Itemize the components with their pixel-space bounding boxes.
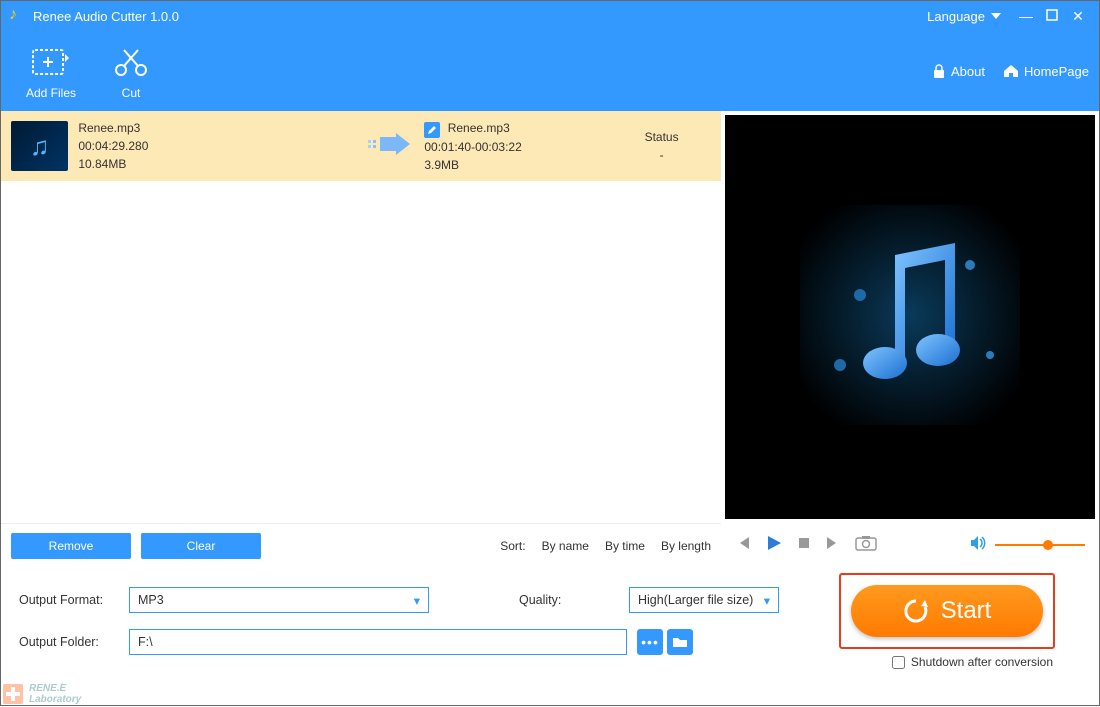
- status-column: Status -: [612, 128, 711, 164]
- remove-button[interactable]: Remove: [11, 533, 131, 559]
- start-highlight: Start: [839, 573, 1055, 649]
- add-files-label: Add Files: [26, 86, 76, 100]
- home-icon: [1003, 64, 1019, 78]
- output-file-name: Renee.mp3: [448, 121, 510, 135]
- output-file-size: 3.9MB: [424, 156, 602, 174]
- preview-pane: [721, 111, 1099, 567]
- brand-cross-icon: [3, 684, 23, 704]
- chevron-down-icon: ▾: [764, 593, 770, 608]
- close-button[interactable]: ✕: [1065, 8, 1091, 25]
- homepage-label: HomePage: [1024, 64, 1089, 79]
- work-area: ♫ Renee.mp3 00:04:29.280 10.84MB Renee.m…: [1, 111, 1099, 567]
- refresh-icon: [903, 598, 929, 624]
- toolbar-links: About HomePage: [932, 63, 1089, 79]
- file-list-pane: ♫ Renee.mp3 00:04:29.280 10.84MB Renee.m…: [1, 111, 721, 567]
- source-file-name: Renee.mp3: [78, 119, 355, 137]
- quality-value: High(Larger file size): [638, 593, 753, 607]
- preview-viewport: [725, 115, 1095, 519]
- edit-icon[interactable]: [424, 122, 440, 138]
- next-button[interactable]: [825, 535, 841, 556]
- file-list-empty: [1, 181, 721, 523]
- output-folder-input[interactable]: F:\: [129, 629, 627, 655]
- output-file-info: Renee.mp3 00:01:40-00:03:22 3.9MB: [424, 119, 602, 174]
- maximize-button[interactable]: [1039, 8, 1065, 24]
- start-label: Start: [941, 597, 992, 625]
- homepage-link[interactable]: HomePage: [1003, 64, 1089, 79]
- sort-by-name[interactable]: By name: [542, 539, 589, 553]
- output-format-value: MP3: [138, 593, 164, 607]
- add-files-icon: [31, 42, 71, 82]
- clear-button[interactable]: Clear: [141, 533, 261, 559]
- brand-line1: RENE.E: [29, 683, 81, 694]
- brand-watermark: RENE.E Laboratory: [3, 683, 81, 705]
- prev-button[interactable]: [735, 535, 751, 556]
- sort-by-length[interactable]: By length: [661, 539, 711, 553]
- about-link[interactable]: About: [932, 63, 985, 79]
- output-file-range: 00:01:40-00:03:22: [424, 138, 602, 156]
- source-file-size: 10.84MB: [78, 155, 355, 173]
- status-header: Status: [612, 128, 711, 146]
- language-label: Language: [927, 9, 985, 24]
- arrow-icon: [365, 132, 414, 161]
- play-button[interactable]: [765, 534, 783, 557]
- scissors-icon: [111, 42, 151, 82]
- brand-line2: Laboratory: [29, 694, 81, 705]
- chevron-down-icon: ▾: [414, 593, 420, 608]
- output-folder-label: Output Folder:: [19, 635, 119, 649]
- status-value: -: [612, 146, 711, 164]
- title-bar: Renee Audio Cutter 1.0.0 Language — ✕: [1, 1, 1099, 31]
- preview-artwork: [800, 205, 1020, 430]
- sort-label: Sort:: [500, 539, 525, 553]
- minimize-button[interactable]: —: [1013, 8, 1039, 24]
- sort-by-time[interactable]: By time: [605, 539, 645, 553]
- language-dropdown[interactable]: Language: [927, 9, 1001, 24]
- cut-button[interactable]: Cut: [91, 42, 171, 100]
- cut-label: Cut: [122, 86, 141, 100]
- shutdown-checkbox[interactable]: Shutdown after conversion: [892, 655, 1053, 669]
- music-note-icon: ♫: [30, 131, 50, 162]
- sort-controls: Sort: By name By time By length: [500, 539, 711, 553]
- output-format-label: Output Format:: [19, 593, 119, 607]
- source-file-info: Renee.mp3 00:04:29.280 10.84MB: [78, 119, 355, 173]
- app-title: Renee Audio Cutter 1.0.0: [33, 9, 927, 24]
- volume-slider[interactable]: [995, 544, 1085, 546]
- folder-icon: [672, 636, 688, 648]
- start-button[interactable]: Start: [851, 585, 1043, 637]
- output-folder-value: F:\: [138, 635, 153, 649]
- list-footer: Remove Clear Sort: By name By time By le…: [1, 523, 721, 567]
- quality-combo[interactable]: High(Larger file size) ▾: [629, 587, 779, 613]
- file-row[interactable]: ♫ Renee.mp3 00:04:29.280 10.84MB Renee.m…: [1, 111, 721, 181]
- source-file-duration: 00:04:29.280: [78, 137, 355, 155]
- open-folder-button[interactable]: [667, 629, 693, 655]
- volume-control[interactable]: [969, 535, 1085, 556]
- player-controls: [721, 523, 1099, 567]
- snapshot-button[interactable]: [855, 535, 877, 556]
- stop-button[interactable]: [797, 536, 811, 555]
- about-label: About: [951, 64, 985, 79]
- toolbar: Add Files Cut About HomePage: [1, 31, 1099, 111]
- browse-button[interactable]: •••: [637, 629, 663, 655]
- quality-label: Quality:: [519, 593, 619, 607]
- file-thumbnail: ♫: [11, 121, 68, 171]
- shutdown-label: Shutdown after conversion: [911, 655, 1053, 669]
- bottom-panel: Output Format: MP3 ▾ Quality: High(Large…: [1, 567, 1099, 707]
- lock-icon: [932, 63, 946, 79]
- chevron-down-icon: [991, 13, 1001, 19]
- volume-icon: [969, 535, 987, 556]
- add-files-button[interactable]: Add Files: [11, 42, 91, 100]
- shutdown-check-input[interactable]: [892, 656, 905, 669]
- output-format-combo[interactable]: MP3 ▾: [129, 587, 429, 613]
- app-logo-icon: [9, 8, 25, 24]
